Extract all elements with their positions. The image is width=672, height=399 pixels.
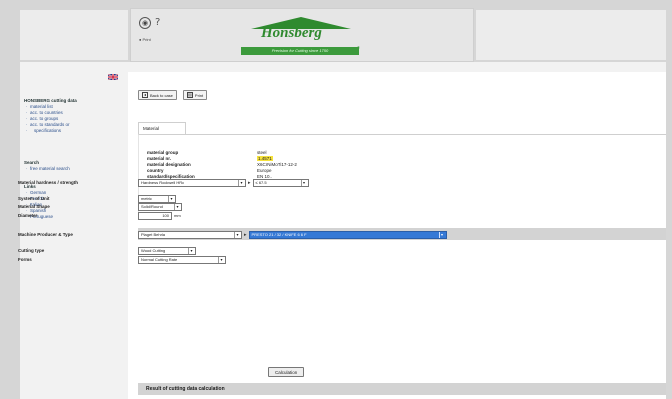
cutting-type-value: Wood Cutting [141,248,166,253]
header-left-area [20,10,128,60]
material-row: material designation X6CrNiMoTi17-12-2 [147,161,297,167]
print-button[interactable]: ▤ Print [182,90,208,100]
machine-type-select[interactable]: PRESTO 21 / 32 / KNIFE 6 6 F ▾ [248,230,447,239]
material-key: material designation [147,161,191,167]
chevron-down-icon: ▾ [438,231,445,238]
material-key: material group [147,149,179,155]
logo-tagline: Precision for Cutting since 1750 [241,47,359,55]
units-label: System of Unit [18,196,50,201]
material-key: material nr. [147,155,172,161]
sidebar-link-specifications[interactable]: specifications [24,128,77,134]
chevron-down-icon: ▾ [174,203,180,210]
header-stripe [20,62,666,72]
machine-label: Machine Producer & Type [18,232,73,237]
arrow-right-icon: ▸ [244,231,247,238]
chevron-down-icon: ▾ [234,231,240,238]
back-button[interactable]: ◂ Back to case [138,90,177,100]
logo-name: Honsberg [261,25,322,41]
cutting-type-select[interactable]: Wood Cutting ▾ [138,246,196,255]
chevron-down-icon: ▾ [238,179,244,186]
material-value-highlighted: 1.4571 [257,155,273,161]
result-section-header: Result of cutting data calculation [138,383,666,395]
shape-row: Material Shape Solid/Round ▾ [18,202,182,211]
shape-value: Solid/Round [141,204,163,209]
units-value: metric [141,196,152,201]
machine-row: Machine Producer & Type Plaget Behrla ▾ … [18,230,447,239]
printer-icon: ▤ [186,92,193,98]
material-value: steel [257,149,267,155]
hardness-value-select[interactable]: ≤ 67.5 ▾ [252,178,309,187]
material-value: Europe [257,167,272,173]
header-print-link[interactable]: ● Print [139,37,151,42]
back-arrow-icon: ◂ [142,92,148,98]
uk-flag-icon[interactable] [108,74,118,80]
machine-producer-select[interactable]: Plaget Behrla ▾ [138,230,242,239]
hardness-value-text: ≤ 67.5 [255,180,267,185]
header-icons: ◉ ? [139,17,160,29]
home-icon[interactable]: ◉ [139,17,151,29]
chevron-down-icon: ▾ [188,247,194,254]
hardness-label: Material hardness / strength [18,180,79,185]
sidebar-search-title: Search [24,160,40,165]
hardness-type-value: Hardness Rockwell HRc [141,180,185,185]
honsberg-logo: Honsberg ® Precision for Cutting since 1… [231,15,371,57]
forms-row: Forms Normal Cutting Rate ▾ [18,255,226,264]
diameter-label: Diameter [18,213,38,218]
cutting-type-row: Cutting type Wood Cutting ▾ [18,246,196,255]
app-frame: ◉ ? ● Print Honsberg ® Precision for Cut… [0,0,672,399]
forms-select[interactable]: Normal Cutting Rate ▾ [138,255,226,264]
arrow-right-icon: ▸ [248,179,251,186]
forms-value: Normal Cutting Rate [141,257,178,262]
sidebar-search-section: Search free material search [24,160,70,172]
material-value: X6CrNiMoTi17-12-2 [257,161,297,167]
shape-label: Material Shape [18,204,50,209]
diameter-unit: mm [174,213,181,218]
material-properties: material group steel material nr. 1.4571… [147,149,297,179]
sidebar-cutting-section: HONSBERG cutting data material list acc.… [24,98,77,134]
machine-type-value: PRESTO 21 / 32 / KNIFE 6 6 F [251,232,307,237]
sidebar-link-free-search[interactable]: free material search [24,166,70,172]
hardness-row: Material hardness / strength Hardness Ro… [18,178,309,187]
machine-producer-value: Plaget Behrla [141,232,166,237]
shape-select[interactable]: Solid/Round ▾ [138,202,182,211]
help-icon[interactable]: ? [155,17,160,29]
forms-label: Forms [18,257,32,262]
toolbar: ◂ Back to case ▤ Print [138,90,208,100]
print-button-label: Print [194,92,204,98]
hardness-type-select[interactable]: Hardness Rockwell HRc ▾ [138,178,246,187]
chevron-down-icon: ▾ [168,195,174,202]
header-banner: ◉ ? ● Print Honsberg ® Precision for Cut… [130,8,474,62]
header-right-area [476,10,666,60]
calculation-button[interactable]: Calculation [268,367,305,377]
sidebar-cutting-title: HONSBERG cutting data [24,98,77,103]
material-key: country [147,167,164,173]
material-panel: material group steel material nr. 1.4571… [138,134,666,216]
cutting-type-label: Cutting type [18,248,45,253]
diameter-input[interactable]: 100 [138,211,172,220]
back-button-label: Back to case [150,92,173,98]
tab-material[interactable]: Material [138,122,186,134]
diameter-row: Diameter 100 mm [18,211,181,220]
chevron-down-icon: ▾ [300,179,307,186]
chevron-down-icon: ▾ [218,256,224,263]
